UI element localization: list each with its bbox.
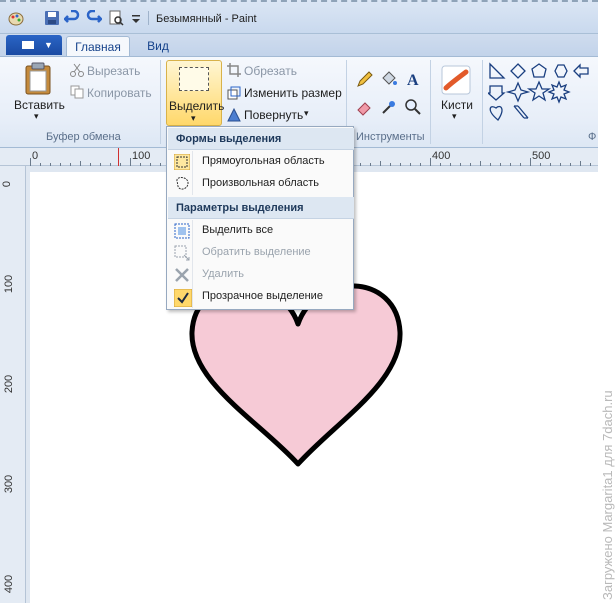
file-menu-button[interactable]: ▼ xyxy=(6,35,62,55)
ruler-label: 0 xyxy=(1,180,14,188)
menu-gutter xyxy=(192,220,193,242)
ruler-label: 200 xyxy=(3,374,16,394)
cut-icon[interactable] xyxy=(70,63,84,77)
paste-button[interactable]: Вставить xyxy=(14,98,65,112)
shapes-group-label: Ф xyxy=(588,131,597,143)
menu-gutter xyxy=(192,264,193,286)
menu-item-select-all[interactable]: Выделить все xyxy=(168,220,354,242)
watermark-text: Загружено Margarita1 для 7dach.ru xyxy=(600,390,615,600)
tab-home[interactable]: Главная xyxy=(66,36,130,57)
resize-icon[interactable] xyxy=(227,86,241,100)
ruler-label: 100 xyxy=(3,274,16,294)
ruler-label: 400 xyxy=(3,574,16,594)
select-dropdown-menu: Формы выделения Прямоугольная область Пр… xyxy=(166,126,354,310)
invert-selection-icon xyxy=(174,245,190,261)
brushes-dropdown-icon[interactable]: ▾ xyxy=(452,111,457,122)
menu-lines-icon xyxy=(22,41,34,49)
select-button[interactable]: Выделить ▾ xyxy=(166,60,225,126)
fill-bucket-icon[interactable] xyxy=(380,70,398,88)
menu-gutter xyxy=(192,173,193,195)
crop-icon[interactable] xyxy=(227,63,241,77)
color-picker-icon[interactable] xyxy=(380,98,398,116)
crop-button[interactable]: Обрезать xyxy=(244,64,297,78)
menu-item-free-form-selection[interactable]: Произвольная область xyxy=(168,173,354,195)
window-title: Безымянный - Paint xyxy=(156,13,257,25)
menu-gutter xyxy=(192,242,193,264)
ruler-label: 300 xyxy=(3,474,16,494)
group-separator xyxy=(430,60,431,144)
menu-item-label: Прозрачное выделение xyxy=(202,290,323,302)
magnifier-icon[interactable] xyxy=(404,98,422,116)
menu-item-invert-selection[interactable]: Обратить выделение xyxy=(168,242,354,264)
brushes-button[interactable]: Кисти xyxy=(441,98,473,112)
paste-icon[interactable] xyxy=(22,62,56,96)
cut-button[interactable]: Вырезать xyxy=(87,64,140,78)
rectangular-selection-icon xyxy=(174,154,190,170)
free-form-selection-icon xyxy=(176,177,189,190)
pencil-icon[interactable] xyxy=(356,70,374,88)
brush-icon[interactable] xyxy=(440,64,472,96)
selection-shapes-header: Формы выделения xyxy=(168,128,354,150)
checkmark-icon xyxy=(174,289,192,307)
undo-icon[interactable] xyxy=(64,10,80,26)
group-separator xyxy=(160,60,161,144)
selection-options-header: Параметры выделения xyxy=(168,197,354,219)
copy-icon[interactable] xyxy=(70,85,84,99)
text-icon[interactable]: A xyxy=(404,70,422,88)
select-all-icon xyxy=(174,223,190,239)
resize-button[interactable]: Изменить размер xyxy=(244,86,342,100)
svg-text:A: A xyxy=(407,72,419,88)
menu-gutter xyxy=(192,151,193,173)
delete-icon xyxy=(175,268,189,282)
copy-button[interactable]: Копировать xyxy=(87,86,152,100)
menu-item-label: Произвольная область xyxy=(202,177,320,189)
tab-view[interactable]: Вид xyxy=(136,36,180,57)
chevron-down-icon: ▼ xyxy=(44,40,53,50)
paste-dropdown-icon[interactable]: ▾ xyxy=(34,111,39,122)
save-icon[interactable] xyxy=(44,10,60,26)
menu-item-label: Обратить выделение xyxy=(202,246,311,258)
quick-access-chevron-icon[interactable] xyxy=(128,10,144,26)
menu-item-label: Удалить xyxy=(202,268,244,280)
select-marquee-icon xyxy=(179,67,209,91)
eraser-icon[interactable] xyxy=(356,98,374,116)
watermark: Загружено Margarita1 для 7dach.ru xyxy=(598,40,616,603)
menu-item-label: Выделить все xyxy=(202,224,274,236)
rotate-button[interactable]: Повернуть xyxy=(244,108,303,122)
print-preview-icon[interactable] xyxy=(108,10,124,26)
menu-item-rectangular-selection[interactable]: Прямоугольная область xyxy=(168,151,354,173)
menu-item-transparent-selection[interactable]: Прозрачное выделение xyxy=(168,286,354,308)
rotate-icon[interactable] xyxy=(227,108,241,122)
clipboard-group-label: Буфер обмена xyxy=(46,131,121,143)
menu-item-label: Прямоугольная область xyxy=(202,155,325,167)
vertical-ruler: 0 100 200 300 400 xyxy=(0,166,26,603)
title-dashed-border xyxy=(0,0,598,2)
group-separator xyxy=(482,60,483,144)
menu-gutter xyxy=(192,286,193,308)
rotate-dropdown-icon[interactable]: ▾ xyxy=(304,108,309,119)
select-dropdown-icon: ▾ xyxy=(191,113,196,123)
paint-app-icon[interactable] xyxy=(8,10,24,26)
redo-icon[interactable] xyxy=(86,10,102,26)
select-button-label: Выделить xyxy=(169,99,225,113)
tools-group-label: Инструменты xyxy=(356,131,425,143)
shapes-gallery[interactable] xyxy=(488,62,598,124)
title-separator xyxy=(148,11,149,25)
menu-item-delete[interactable]: Удалить xyxy=(168,264,354,286)
title-bar: Безымянный - Paint xyxy=(0,0,598,34)
